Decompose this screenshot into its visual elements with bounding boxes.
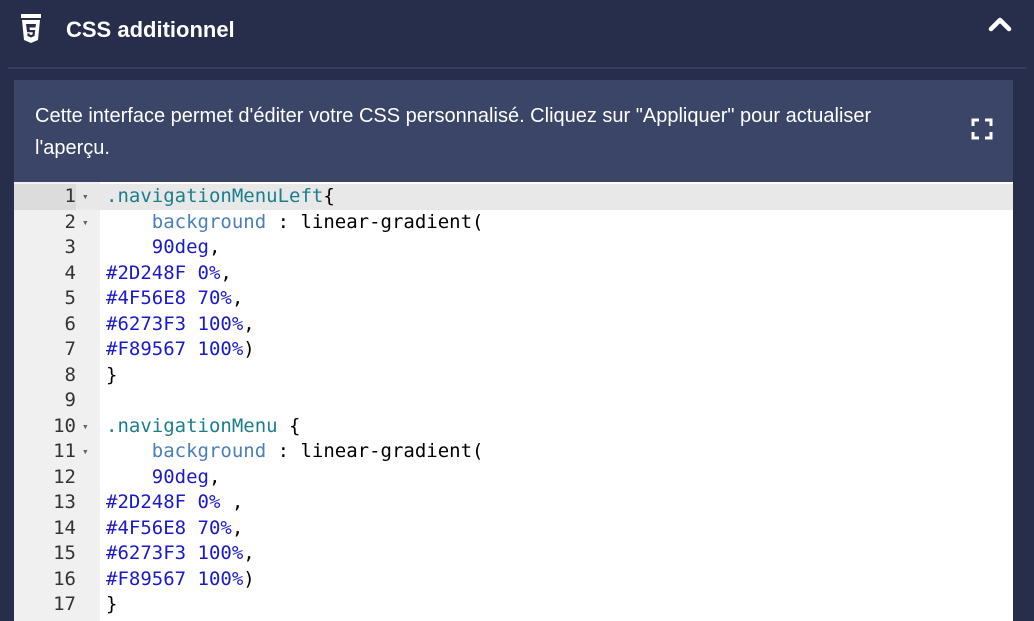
css-editor-card: Cette interface permet d'éditer votre CS…	[14, 80, 1013, 621]
line-number: 12	[53, 465, 76, 488]
code-line[interactable]: 11 ▾ background : linear-gradient(	[14, 439, 1013, 465]
code-text: .navigationMenu {	[106, 414, 300, 440]
code-text: #4F56E8 70%,	[106, 516, 243, 542]
code-editor[interactable]: 1 ▾ .navigationMenuLeft{2 ▾ background : li…	[14, 182, 1013, 621]
code-line[interactable]: 15 #6273F3 100%,	[14, 541, 1013, 567]
code-token: )	[243, 567, 255, 590]
code-token: #4F56E8 70%	[106, 516, 232, 539]
code-text: #6273F3 100%,	[106, 541, 255, 567]
line-number: 14	[53, 516, 76, 539]
editor-description: Cette interface permet d'éditer votre CS…	[35, 105, 872, 159]
code-line[interactable]: 5 #4F56E8 70%,	[14, 286, 1013, 312]
line-number: 16	[53, 567, 76, 590]
code-text: #2D248F 0% ,	[106, 490, 243, 516]
line-number: 7	[64, 338, 76, 360]
code-line[interactable]: 12 90deg,	[14, 465, 1013, 491]
code-text: background : linear-gradient(	[106, 210, 484, 236]
code-token: ,	[231, 516, 244, 539]
fold-arrow-icon[interactable]: ▾	[82, 414, 96, 440]
code-token: }	[106, 593, 118, 615]
code-line[interactable]: 8}	[14, 363, 1013, 389]
panel-title: CSS additionnel	[66, 17, 235, 42]
code-text: #6273F3 100%,	[106, 312, 255, 338]
code-token: background	[151, 440, 267, 462]
code-token: : linear-gradient(	[266, 440, 484, 462]
code-token: 90deg	[151, 236, 209, 258]
code-token: {	[323, 185, 335, 207]
code-token: #2D248F 0%	[106, 491, 221, 513]
css3-icon	[21, 14, 41, 43]
code-token: #2D248F 0%	[106, 261, 221, 284]
line-number: 3	[64, 236, 76, 258]
code-token: #F89567 100%	[106, 338, 244, 360]
code-line[interactable]: 3 90deg,	[14, 235, 1013, 261]
code-token: ,	[208, 236, 221, 258]
css-panel: CSS additionnel Cette interface permet d…	[0, 0, 1034, 621]
line-number: 6	[64, 312, 76, 335]
line-number: 15	[53, 542, 76, 564]
code-token: #4F56E8 70%	[106, 287, 232, 309]
code-text: #2D248F 0%,	[106, 261, 232, 287]
fold-arrow-icon[interactable]: ▾	[82, 210, 96, 236]
line-number: 8	[64, 363, 76, 386]
code-text: background : linear-gradient(	[106, 439, 484, 465]
line-number: 10	[53, 414, 76, 437]
code-text: .navigationMenuLeft{	[106, 184, 335, 210]
fold-arrow-icon[interactable]: ▾	[82, 439, 96, 465]
code-token: .navigationMenu	[106, 414, 278, 437]
code-text: }	[106, 592, 117, 618]
line-number: 13	[53, 491, 76, 513]
fullscreen-icon[interactable]	[971, 118, 993, 140]
header-divider	[8, 67, 1026, 69]
code-token: background	[151, 210, 267, 233]
code-line[interactable]: 13 #2D248F 0% ,	[14, 490, 1013, 516]
line-number: 4	[64, 261, 76, 284]
code-line[interactable]: 17}	[14, 592, 1013, 618]
code-line[interactable]: 4 #2D248F 0%,	[14, 261, 1013, 287]
code-token: }	[106, 363, 118, 386]
line-number: 1	[14, 184, 76, 210]
code-token: {	[277, 414, 301, 437]
panel-header[interactable]: CSS additionnel	[0, 0, 1034, 60]
code-token: )	[243, 338, 255, 360]
code-text: #F89567 100%)	[106, 337, 255, 363]
code-text: #4F56E8 70%,	[106, 286, 243, 312]
code-line[interactable]: 1 ▾ .navigationMenuLeft{	[14, 184, 1013, 210]
code-token: ,	[220, 491, 244, 513]
code-line[interactable]: 9	[14, 388, 1013, 414]
code-token: ,	[243, 542, 255, 564]
code-lines: 1 ▾ .navigationMenuLeft{2 ▾ background : li…	[14, 184, 1013, 618]
code-token: 90deg	[151, 465, 209, 488]
code-token: : linear-gradient(	[266, 210, 484, 233]
line-number: 5	[64, 287, 76, 309]
code-token: #6273F3 100%	[106, 542, 244, 564]
line-number: 2	[64, 210, 76, 233]
code-token: ,	[220, 261, 232, 284]
code-token: ,	[243, 312, 255, 335]
code-token: .navigationMenuLeft	[106, 185, 324, 207]
code-line[interactable]: 2 ▾ background : linear-gradient(	[14, 210, 1013, 236]
code-line[interactable]: 14 #4F56E8 70%,	[14, 516, 1013, 542]
code-token: #6273F3 100%	[106, 312, 244, 335]
code-text: 90deg,	[106, 465, 221, 491]
code-token: ,	[231, 287, 244, 309]
chevron-up-icon[interactable]	[986, 12, 1014, 36]
code-text: }	[106, 363, 117, 389]
code-text: 90deg,	[106, 235, 221, 261]
code-line[interactable]: 7 #F89567 100%)	[14, 337, 1013, 363]
line-number: 17	[53, 593, 76, 615]
code-text: #F89567 100%)	[106, 567, 255, 593]
code-line[interactable]: 10 ▾ .navigationMenu {	[14, 414, 1013, 440]
line-number: 9	[64, 389, 76, 411]
code-token: #F89567 100%	[106, 567, 244, 590]
fold-arrow-icon[interactable]: ▾	[82, 184, 96, 210]
line-number: 11	[53, 440, 76, 462]
code-line[interactable]: 6 #6273F3 100%,	[14, 312, 1013, 338]
code-token: ,	[208, 465, 221, 488]
code-line[interactable]: 16 #F89567 100%)	[14, 567, 1013, 593]
